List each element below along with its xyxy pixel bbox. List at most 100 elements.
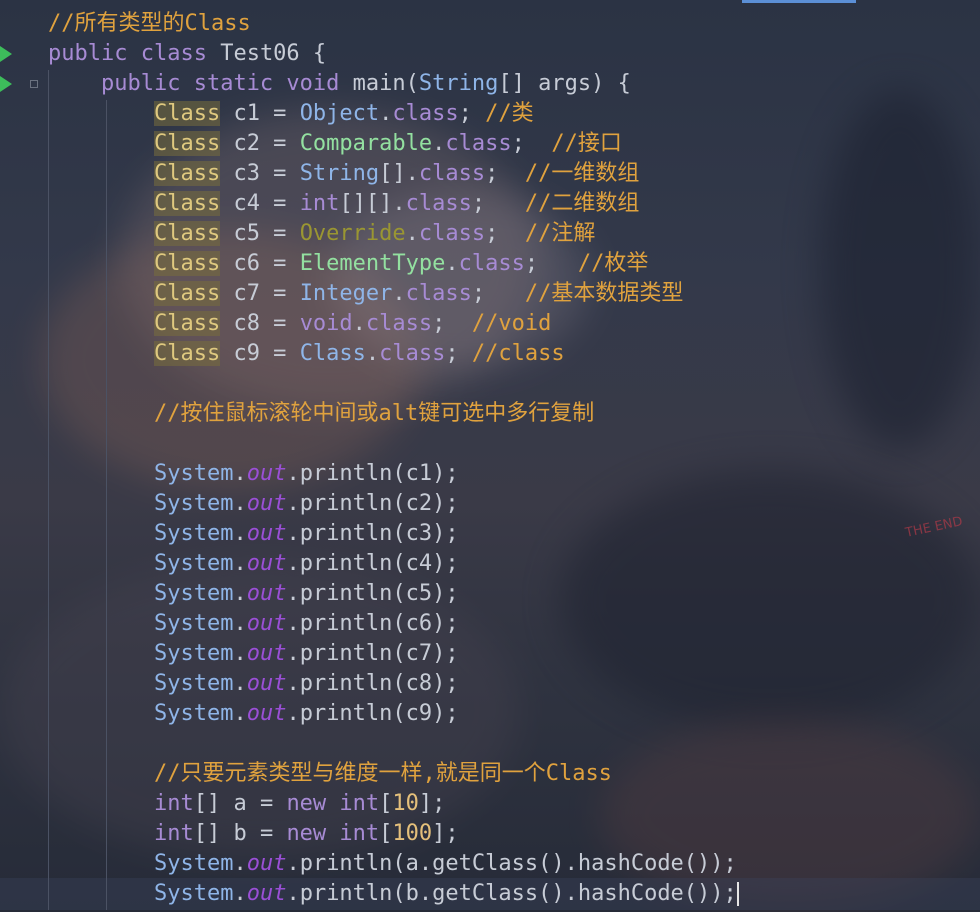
code-token: int [153, 791, 194, 816]
code-line[interactable]: Class c5 = Override.class; //注解 [48, 219, 739, 249]
code-line[interactable]: //按住鼠标滚轮中间或alt键可选中多行复制 [48, 399, 739, 429]
code-token: ; [524, 251, 578, 276]
code-token: System [153, 551, 234, 576]
code-token: ; [458, 101, 486, 126]
code-token: public [48, 41, 141, 66]
horizontal-scroll-thumb[interactable] [742, 0, 856, 3]
code-token: .println(c3); [286, 521, 459, 546]
code-token: System [153, 701, 234, 726]
code-token: class [392, 101, 459, 126]
code-line[interactable]: System.out.println(a.getClass().hashCode… [48, 849, 739, 879]
code-line[interactable]: //所有类型的Class [48, 9, 739, 39]
code-token: .println(a.getClass().hashCode()); [286, 851, 737, 876]
code-line[interactable]: System.out.println(c7); [48, 639, 739, 669]
code-token: . [233, 671, 247, 696]
code-token: ; [471, 191, 525, 216]
code-line[interactable]: Class c9 = Class.class; //class [48, 339, 739, 369]
code-line[interactable]: Class c2 = Comparable.class; //接口 [48, 129, 739, 159]
code-line[interactable]: public static void main(String[] args) { [48, 69, 739, 99]
code-line[interactable]: int[] a = new int[10]; [48, 789, 739, 819]
code-line[interactable]: //只要元素类型与维度一样,就是同一个Class [48, 759, 739, 789]
code-token: System [153, 521, 234, 546]
code-token: //类 [485, 101, 534, 126]
code-token: . [405, 221, 419, 246]
code-token: [] b = [193, 821, 287, 846]
code-line[interactable]: System.out.println(c4); [48, 549, 739, 579]
code-token: //基本数据类型 [524, 281, 684, 306]
code-token: //注解 [524, 221, 596, 246]
code-line[interactable]: Class c8 = void.class; //void [48, 309, 739, 339]
code-token: . [365, 341, 380, 366]
code-line[interactable]: System.out.println(b.getClass().hashCode… [48, 879, 739, 909]
code-token: Class [299, 341, 366, 366]
code-line[interactable]: int[] b = new int[100]; [48, 819, 739, 849]
code-line[interactable]: Class c7 = Integer.class; //基本数据类型 [48, 279, 739, 309]
code-token: class [379, 341, 446, 366]
run-main-icon[interactable] [0, 76, 12, 92]
code-line[interactable] [48, 369, 739, 399]
code-line[interactable]: System.out.println(c9); [48, 699, 739, 729]
code-token: public [48, 71, 194, 96]
code-line[interactable]: Class c6 = ElementType.class; //枚举 [48, 249, 739, 279]
code-line[interactable]: System.out.println(c1); [48, 459, 739, 489]
code-token: int [299, 191, 340, 216]
code-token: . [233, 881, 247, 906]
code-line[interactable]: Class c4 = int[][].class; //二维数组 [48, 189, 739, 219]
code-line[interactable] [48, 729, 739, 759]
code-token: Class [153, 251, 221, 276]
code-line[interactable]: public class Test06 { [48, 39, 739, 69]
code-token: class [140, 41, 221, 66]
code-token: . [379, 101, 393, 126]
code-token: c9 = [220, 341, 300, 366]
code-token: [ [379, 791, 393, 816]
code-token: String [418, 71, 499, 96]
code-line[interactable]: System.out.println(c6); [48, 609, 739, 639]
code-token: class [458, 251, 525, 276]
code-token: . [233, 491, 247, 516]
code-editor[interactable]: //所有类型的Class public class Test06 { public… [0, 0, 980, 912]
code-token: System [153, 851, 234, 876]
code-token: //class [471, 341, 565, 366]
code-line[interactable]: Class c3 = String[].class; //一维数组 [48, 159, 739, 189]
code-token: Class [153, 101, 221, 126]
code-token: System [153, 611, 234, 636]
run-class-icon[interactable] [0, 46, 12, 62]
code-token: Integer [299, 281, 393, 306]
code-token: out [246, 581, 287, 606]
code-token: int [339, 791, 380, 816]
code-token: 10 [392, 791, 419, 816]
code-token: static [193, 71, 287, 96]
code-line[interactable]: System.out.println(c8); [48, 669, 739, 699]
code-line[interactable]: System.out.println(c3); [48, 519, 739, 549]
code-token: System [153, 461, 234, 486]
code-token: out [246, 701, 287, 726]
code-token: . [445, 251, 459, 276]
vertical-scrollbar[interactable] [970, 0, 980, 912]
code-token: class [418, 161, 486, 186]
code-token: System [153, 671, 234, 696]
code-token: Class [153, 221, 221, 246]
code-token: Class [153, 161, 221, 186]
code-token: . [233, 611, 247, 636]
code-token: Override [299, 221, 406, 246]
code-token: Class [153, 191, 221, 216]
code-line[interactable]: Class c1 = Object.class; //类 [48, 99, 739, 129]
code-token: c6 = [220, 251, 300, 276]
code-line[interactable]: System.out.println(c2); [48, 489, 739, 519]
code-token: ; [511, 131, 552, 156]
code-token: //只要元素类型与维度一样,就是同一个Class [153, 761, 612, 786]
fold-icon[interactable] [30, 80, 38, 88]
code-token: Object [299, 101, 380, 126]
code-token: [] args) { [498, 71, 631, 96]
code-area[interactable]: //所有类型的Class public class Test06 { public… [48, 9, 739, 909]
code-token: ; [432, 311, 472, 336]
code-token: new [286, 791, 340, 816]
code-token: . [233, 461, 247, 486]
code-token: //二维数组 [524, 191, 640, 216]
code-line[interactable]: System.out.println(c5); [48, 579, 739, 609]
code-line[interactable] [48, 429, 739, 459]
code-token: . [233, 851, 247, 876]
